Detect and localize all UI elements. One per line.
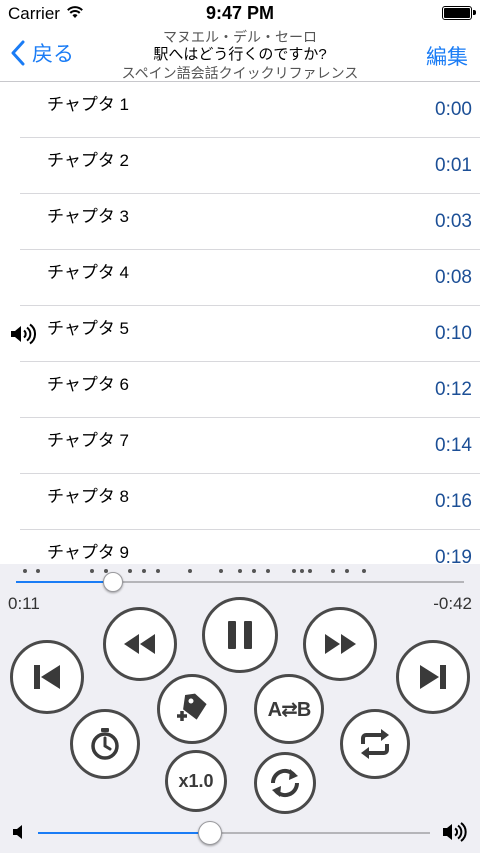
repeat-icon	[361, 729, 389, 759]
progress-thumb[interactable]	[103, 572, 124, 592]
chapter-name: チャプタ 8	[47, 487, 130, 506]
chapter-duration: 0:00	[435, 99, 472, 120]
back-button[interactable]: 戻る	[10, 38, 74, 68]
status-time: 9:47 PM	[205, 3, 275, 23]
shuffle-button[interactable]	[254, 752, 316, 814]
page-title: 駅へはどう行くのですか?	[153, 46, 327, 63]
volume-slider[interactable]	[38, 832, 430, 834]
chapter-name: チャプタ 2	[47, 151, 130, 170]
rewind-button[interactable]	[103, 607, 177, 681]
list-item[interactable]: チャプタ 9 0:19	[0, 530, 480, 564]
skip-back-button[interactable]	[10, 640, 84, 714]
player-panel: 0:11 -0:42 A⇄B x1.0	[0, 564, 480, 853]
shuffle-icon	[270, 768, 300, 798]
fast-forward-icon	[325, 634, 356, 654]
timer-icon	[91, 728, 119, 760]
volume-fill	[38, 832, 211, 834]
add-tag-button[interactable]	[157, 674, 227, 744]
sleep-timer-button[interactable]	[70, 709, 140, 779]
skip-back-icon	[34, 665, 60, 689]
chapter-name: チャプタ 6	[47, 375, 130, 394]
edit-button[interactable]: 編集	[426, 41, 468, 71]
list-item[interactable]: チャプタ 3 0:03	[0, 194, 480, 250]
chapter-duration: 0:16	[435, 491, 472, 512]
chapter-duration: 0:14	[435, 435, 472, 456]
speed-button[interactable]: x1.0	[165, 750, 227, 812]
rewind-icon	[124, 634, 155, 654]
volume-low-icon	[13, 825, 22, 839]
elapsed-time: 0:11	[8, 594, 40, 613]
list-item[interactable]: チャプタ 6 0:12	[0, 362, 480, 418]
battery-icon	[442, 6, 476, 20]
chapter-name: チャプタ 4	[47, 263, 130, 282]
chapter-name: チャプタ 9	[47, 543, 130, 562]
skip-forward-icon	[420, 665, 446, 689]
status-bar: Carrier 9:47 PM	[0, 0, 480, 28]
chapter-duration: 0:10	[435, 323, 472, 344]
list-item[interactable]: チャプタ 1 0:00	[0, 82, 480, 138]
pause-icon	[228, 621, 252, 649]
volume-high-icon	[443, 822, 467, 842]
now-playing-speaker-icon	[11, 323, 36, 345]
chapter-name: チャプタ 3	[47, 207, 130, 226]
chapter-duration: 0:01	[435, 155, 472, 176]
pause-button[interactable]	[202, 597, 278, 673]
back-label: 戻る	[32, 43, 74, 66]
chevron-left-icon	[11, 40, 25, 66]
chapter-duration: 0:12	[435, 379, 472, 400]
list-item[interactable]: チャプタ 4 0:08	[0, 250, 480, 306]
add-tag-icon	[177, 693, 207, 721]
subtitle-label: スペイン語会話クイックリファレンス	[121, 65, 359, 81]
fast-forward-button[interactable]	[303, 607, 377, 681]
speed-label: x1.0	[178, 770, 214, 791]
author-label: マヌエル・デル・セーロ	[163, 29, 317, 45]
chapter-name: チャプタ 1	[47, 95, 130, 114]
repeat-button[interactable]	[340, 709, 410, 779]
chapter-list[interactable]: チャプタ 1 0:00 チャプタ 2 0:01 チャプタ 3 0:03 チャプタ…	[0, 82, 480, 564]
skip-forward-button[interactable]	[396, 640, 470, 714]
volume-thumb[interactable]	[198, 821, 223, 845]
list-item-playing[interactable]: チャプタ 5 0:10	[0, 306, 480, 362]
chapter-name: チャプタ 5	[47, 319, 130, 338]
list-item[interactable]: チャプタ 2 0:01	[0, 138, 480, 194]
navigation-bar: 戻る マヌエル・デル・セーロ 駅へはどう行くのですか? スペイン語会話クイックリ…	[0, 28, 480, 82]
bookmark-markers	[0, 569, 480, 577]
chapter-duration: 0:19	[435, 547, 472, 564]
list-item[interactable]: チャプタ 8 0:16	[0, 474, 480, 530]
chapter-duration: 0:08	[435, 267, 472, 288]
ab-repeat-label: A⇄B	[267, 698, 312, 721]
list-item[interactable]: チャプタ 7 0:14	[0, 418, 480, 474]
ab-repeat-button[interactable]: A⇄B	[254, 674, 324, 744]
progress-fill	[16, 581, 114, 583]
remaining-time: -0:42	[433, 594, 472, 613]
chapter-name: チャプタ 7	[47, 431, 130, 450]
progress-slider[interactable]	[16, 581, 464, 583]
nav-titles: マヌエル・デル・セーロ 駅へはどう行くのですか? スペイン語会話クイックリファレ…	[110, 28, 370, 82]
chapter-duration: 0:03	[435, 211, 472, 232]
